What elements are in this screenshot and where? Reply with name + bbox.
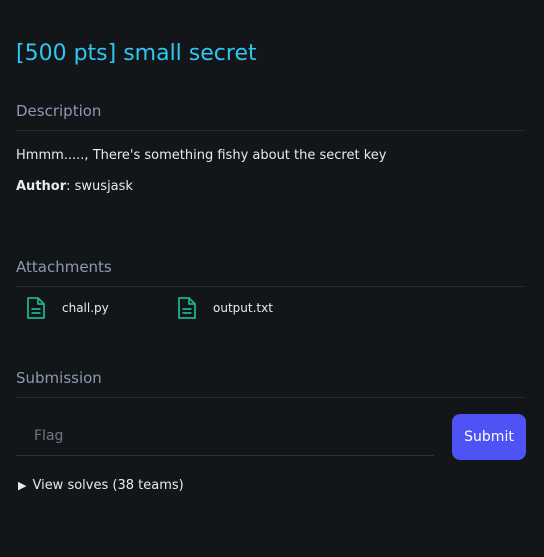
author-name: swusjask [74, 179, 133, 194]
challenge-title: [500 pts] small secret [16, 41, 257, 66]
file-text-icon [26, 296, 46, 320]
author-separator: : [66, 179, 75, 194]
description-heading: Description [16, 102, 102, 120]
submission-divider [16, 397, 526, 398]
attachment-name: chall.py [62, 301, 109, 315]
attachment-output-txt[interactable]: output.txt [177, 296, 273, 320]
author-label: Author [16, 179, 67, 194]
author-line: Author: swusjask [16, 179, 133, 194]
view-solves-toggle[interactable]: ▶ View solves (38 teams) [18, 478, 184, 493]
attachments-divider [16, 286, 526, 287]
expand-triangle-icon: ▶ [18, 479, 27, 492]
submission-heading: Submission [16, 369, 102, 387]
attachments-heading: Attachments [16, 258, 112, 276]
submit-button[interactable]: Submit [452, 414, 526, 460]
attachment-name: output.txt [213, 301, 273, 315]
attachment-chall-py[interactable]: chall.py [26, 296, 109, 320]
flag-input[interactable] [16, 416, 434, 456]
file-text-icon [177, 296, 197, 320]
description-divider [16, 130, 526, 131]
view-solves-label: View solves (38 teams) [32, 478, 184, 493]
description-text: Hmmm....., There's something fishy about… [16, 148, 387, 163]
challenge-page: [500 pts] small secret Description Hmmm.… [0, 0, 544, 557]
